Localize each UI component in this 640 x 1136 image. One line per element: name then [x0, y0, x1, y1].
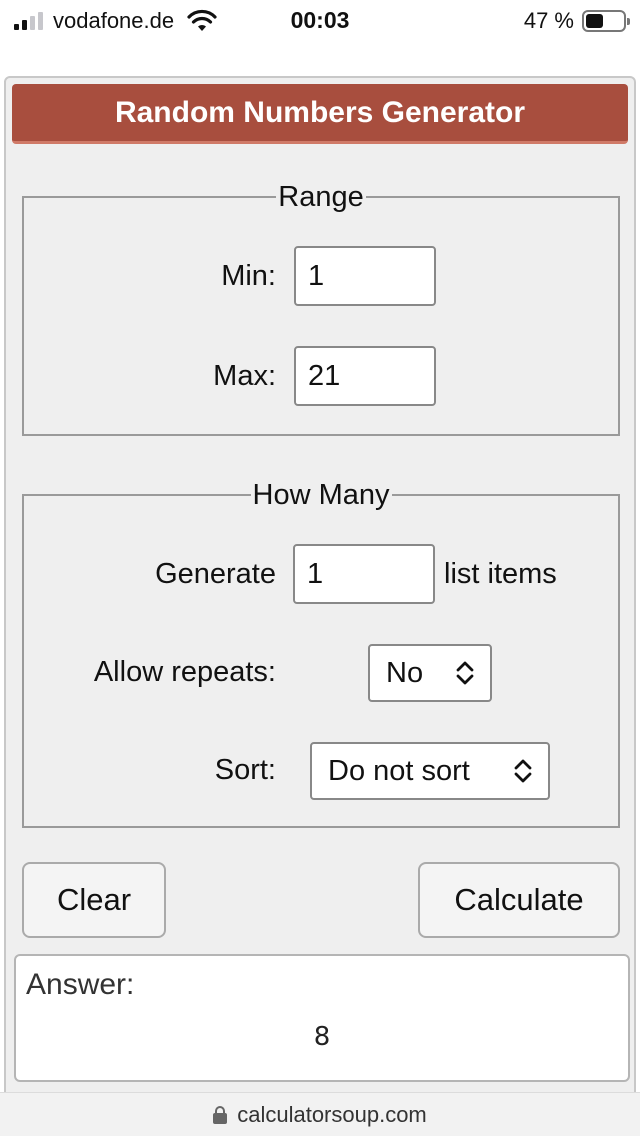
lock-icon: [213, 1105, 228, 1124]
battery-icon: [582, 10, 630, 32]
url-domain: calculatorsoup.com: [237, 1101, 427, 1127]
battery-percent: 47 %: [523, 8, 574, 33]
max-label: Max:: [213, 360, 276, 392]
sort-label: Sort:: [214, 754, 276, 786]
generate-count-input[interactable]: 1: [293, 544, 435, 604]
calculator-panel: Random Numbers Generator Range Min: 1 Ma…: [4, 76, 636, 1106]
sort-select[interactable]: Do not sort: [310, 742, 550, 800]
sort-value: Do not sort: [328, 754, 470, 787]
status-right: 47 %: [523, 8, 630, 34]
calculator-title: Random Numbers Generator: [12, 84, 628, 144]
calculate-button[interactable]: Calculate: [418, 862, 620, 938]
allow-repeats-value: No: [386, 656, 424, 689]
allow-repeats-label: Allow repeats:: [93, 656, 276, 688]
min-input[interactable]: 1: [294, 246, 436, 306]
status-bar: vodafone.de 00:03 47 %: [0, 0, 640, 44]
list-items-label: list items: [444, 558, 557, 590]
url-bar[interactable]: calculatorsoup.com: [0, 1092, 640, 1136]
generate-label: Generate: [155, 558, 276, 590]
allow-repeats-select[interactable]: No: [368, 644, 492, 702]
chevron-up-down-icon: [456, 661, 474, 685]
min-label: Min:: [221, 260, 276, 292]
how-many-legend: How Many: [252, 479, 390, 511]
chevron-up-down-icon: [514, 759, 532, 783]
answer-box: Answer: 8: [14, 954, 630, 1082]
clear-button[interactable]: Clear: [22, 862, 166, 938]
answer-value: 8: [313, 1022, 331, 1052]
range-legend: Range: [278, 181, 364, 213]
battery-fill: [586, 14, 603, 28]
answer-label: Answer:: [26, 968, 135, 1001]
max-input[interactable]: 21: [294, 346, 436, 406]
